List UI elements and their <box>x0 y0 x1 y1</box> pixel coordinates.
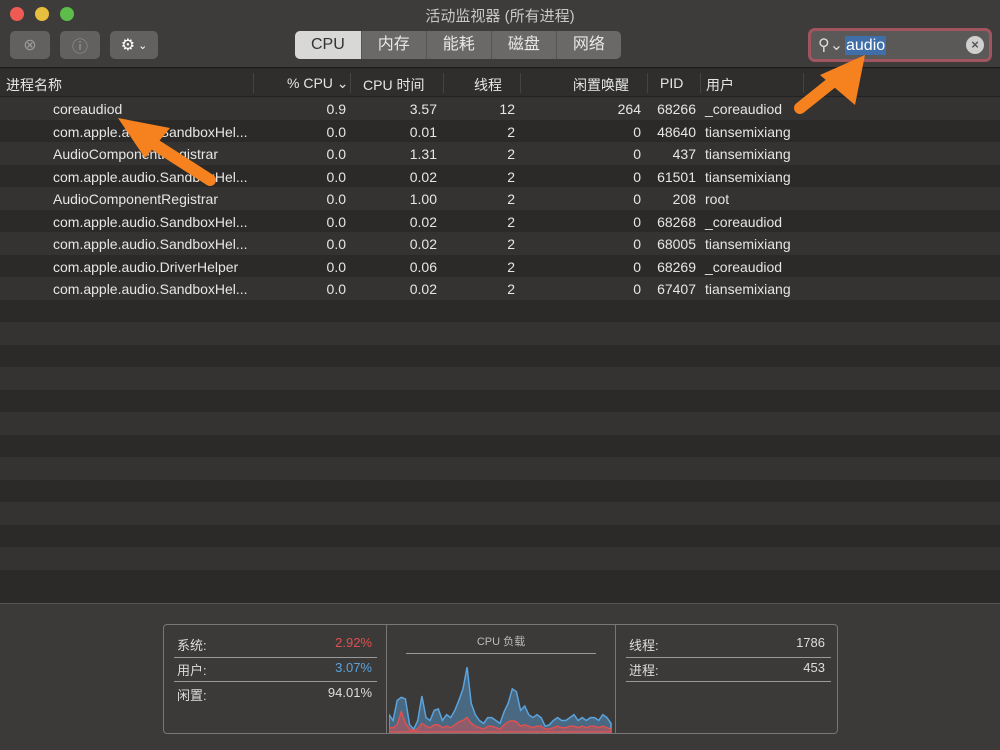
arrow-annotation <box>118 118 216 186</box>
annotation-arrows <box>118 55 865 186</box>
arrow-annotation <box>794 55 865 114</box>
